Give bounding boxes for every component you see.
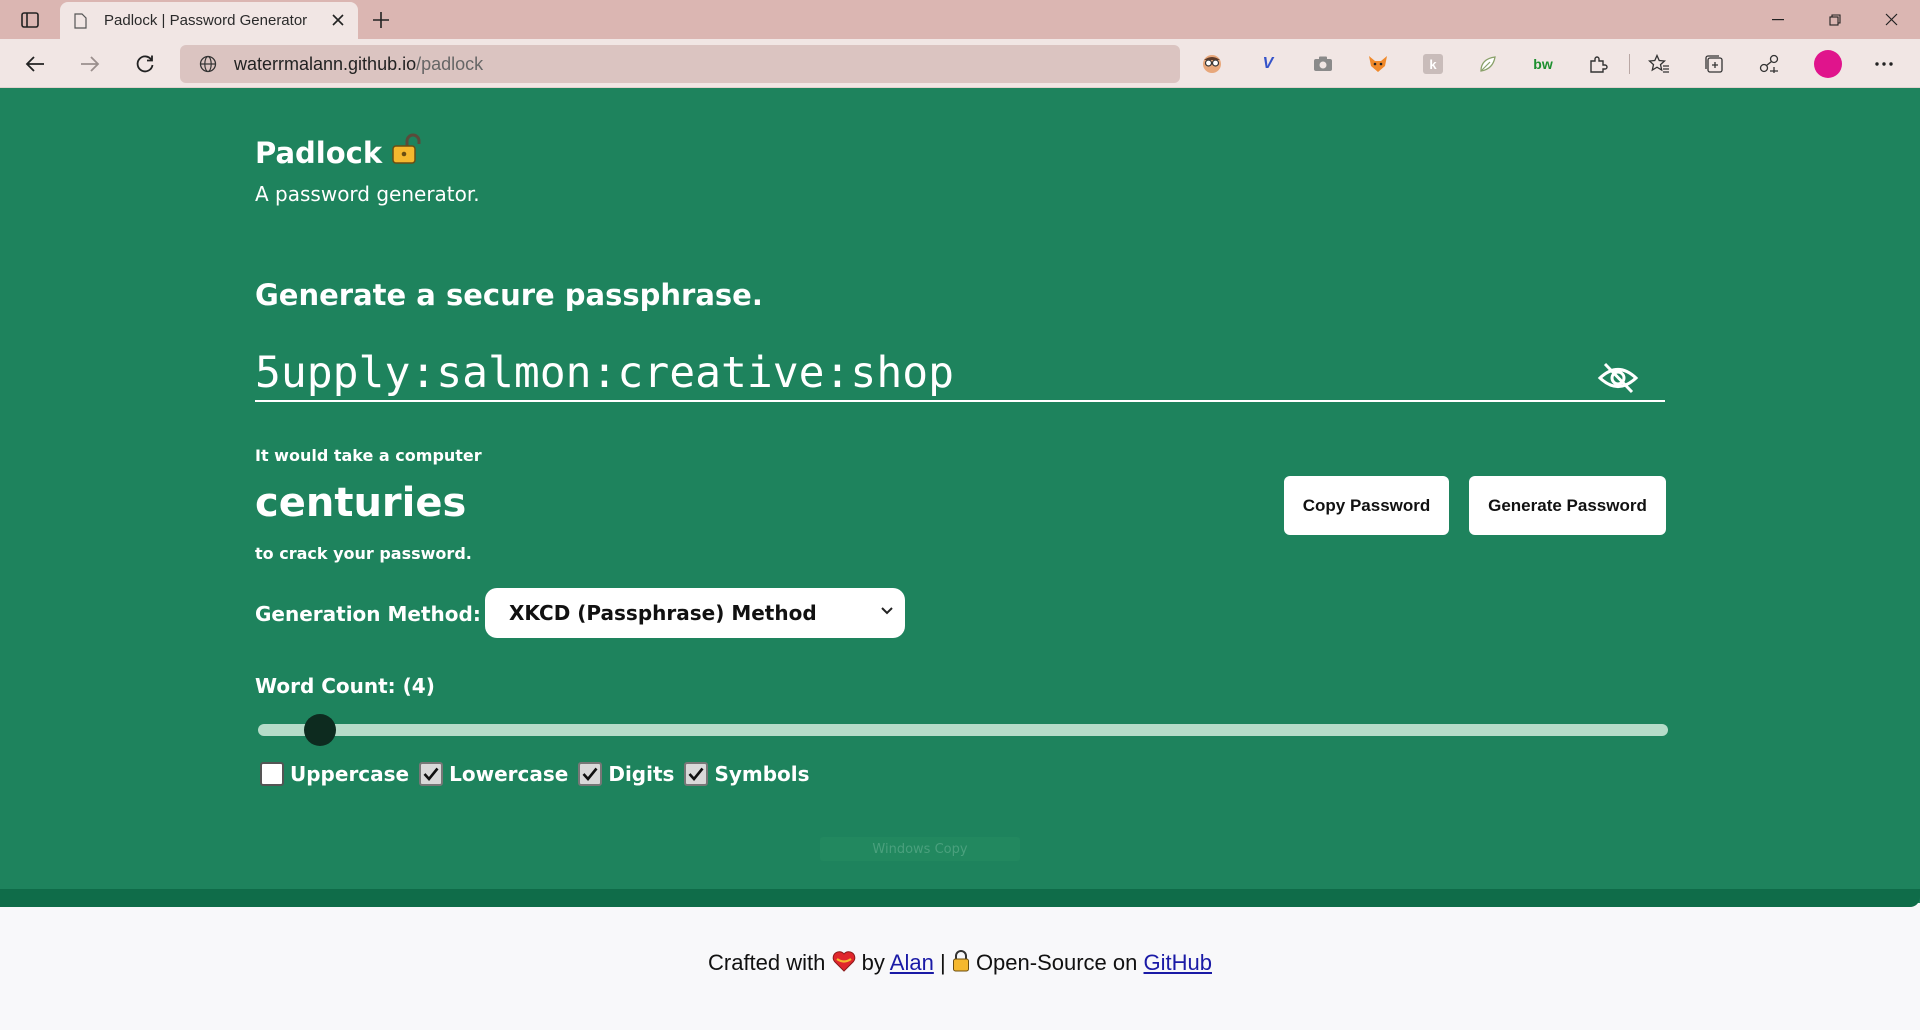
footer-crafted-text: Crafted with	[708, 950, 826, 975]
back-icon[interactable]	[22, 51, 48, 77]
puzzle-icon[interactable]	[1586, 52, 1610, 76]
character-options: Uppercase Lowercase Digits Symbols	[260, 762, 810, 786]
sidebar-toggle-icon[interactable]	[18, 8, 42, 32]
crack-time-suffix: to crack your password.	[255, 544, 472, 563]
footer-open-source-text: Open-Source on	[975, 950, 1138, 975]
toolbar-separator	[1629, 54, 1630, 74]
digits-checkbox[interactable]	[578, 762, 603, 786]
url-path: /padlock	[416, 53, 484, 74]
minimize-icon[interactable]	[1749, 0, 1806, 39]
padlock-icon	[390, 132, 424, 173]
word-count-slider-thumb[interactable]	[304, 714, 336, 746]
collections-icon[interactable]	[1702, 52, 1726, 76]
uppercase-label: Uppercase	[290, 762, 410, 786]
symbols-label: Symbols	[714, 762, 810, 786]
padlock-icon	[952, 950, 970, 978]
v-extension-label: V	[1262, 55, 1274, 72]
lowercase-checkbox[interactable]	[419, 762, 444, 786]
crack-time-value: centuries	[255, 480, 467, 526]
address-bar[interactable]: waterrmalann.github.io/padlock	[180, 45, 1180, 83]
word-count-slider-track[interactable]	[258, 724, 1668, 736]
tab-bar: Padlock | Password Generator	[0, 0, 1920, 39]
heart-icon	[832, 950, 856, 978]
restore-icon[interactable]	[1806, 0, 1863, 39]
chevron-down-icon	[879, 603, 895, 619]
fox-extension-icon[interactable]	[1366, 52, 1390, 76]
page-content: Padlock A password generator. Generate a…	[0, 88, 1920, 903]
generation-method-label: Generation Method:	[255, 602, 481, 626]
footer-text: Crafted with by Alan | Open-Source on Gi…	[0, 950, 1920, 978]
option-uppercase[interactable]: Uppercase	[260, 762, 409, 786]
github-link[interactable]: GitHub	[1144, 950, 1212, 975]
share-icon[interactable]	[1757, 52, 1781, 76]
bw-extension-icon[interactable]: bw	[1531, 52, 1555, 76]
bw-extension-label: bw	[1533, 56, 1553, 72]
uppercase-checkbox[interactable]	[260, 762, 284, 786]
eye-slash-icon[interactable]	[1597, 360, 1639, 396]
url-host: waterrmalann.github.io	[234, 53, 417, 74]
digits-label: Digits	[608, 762, 675, 786]
footer: Crafted with by Alan | Open-Source on Gi…	[0, 907, 1920, 1030]
camera-icon[interactable]	[1311, 52, 1335, 76]
option-lowercase[interactable]: Lowercase	[419, 762, 568, 786]
url-text[interactable]: waterrmalann.github.io/padlock	[234, 54, 483, 75]
section-heading: Generate a secure passphrase.	[255, 278, 763, 312]
browser-toolbar: waterrmalann.github.io/padlock V k bw	[0, 39, 1920, 88]
window-close-icon[interactable]	[1863, 0, 1920, 39]
password-field	[255, 346, 1665, 402]
active-tab[interactable]: Padlock | Password Generator	[60, 2, 358, 39]
favorites-icon[interactable]	[1647, 52, 1671, 76]
crack-time-prefix: It would take a computer	[255, 446, 482, 465]
profile-avatar[interactable]	[1814, 50, 1842, 78]
page-subtitle: A password generator.	[255, 182, 480, 206]
faded-copy-button[interactable]: Windows Copy	[820, 837, 1020, 861]
forward-icon[interactable]	[77, 51, 103, 77]
v-extension-icon[interactable]: V	[1256, 52, 1280, 76]
option-symbols[interactable]: Symbols	[684, 762, 810, 786]
check-icon	[423, 767, 439, 781]
new-tab-button[interactable]	[368, 7, 394, 33]
more-options-icon[interactable]	[1872, 52, 1896, 76]
refresh-icon[interactable]	[132, 51, 158, 77]
option-digits[interactable]: Digits	[578, 762, 674, 786]
k-extension-label: k	[1423, 54, 1443, 74]
word-count-label: Word Count: (4)	[255, 674, 435, 698]
lowercase-label: Lowercase	[449, 762, 569, 786]
footer-separator: |	[939, 950, 946, 975]
close-icon[interactable]	[330, 12, 346, 28]
page-icon	[74, 12, 90, 30]
window-controls	[1749, 0, 1920, 39]
author-link[interactable]: Alan	[890, 950, 934, 975]
password-input[interactable]	[255, 346, 1575, 400]
page-title: Padlock	[255, 132, 424, 173]
tab-title: Padlock | Password Generator	[104, 12, 308, 29]
copy-password-button[interactable]: Copy Password	[1284, 476, 1449, 535]
leaf-extension-icon[interactable]	[1476, 52, 1500, 76]
generate-password-button[interactable]: Generate Password	[1469, 476, 1666, 535]
page-bottom-band	[0, 889, 1920, 907]
app-title-text: Padlock	[255, 135, 383, 170]
selected-method: XKCD (Passphrase) Method	[509, 601, 817, 625]
check-icon	[688, 767, 704, 781]
globe-icon[interactable]	[198, 54, 218, 74]
generation-method-select[interactable]: XKCD (Passphrase) Method	[485, 588, 905, 638]
face-extension-icon[interactable]	[1200, 52, 1224, 76]
symbols-checkbox[interactable]	[684, 762, 709, 786]
check-icon	[582, 767, 598, 781]
footer-by-text: by	[861, 950, 885, 975]
k-extension-icon[interactable]: k	[1421, 52, 1445, 76]
